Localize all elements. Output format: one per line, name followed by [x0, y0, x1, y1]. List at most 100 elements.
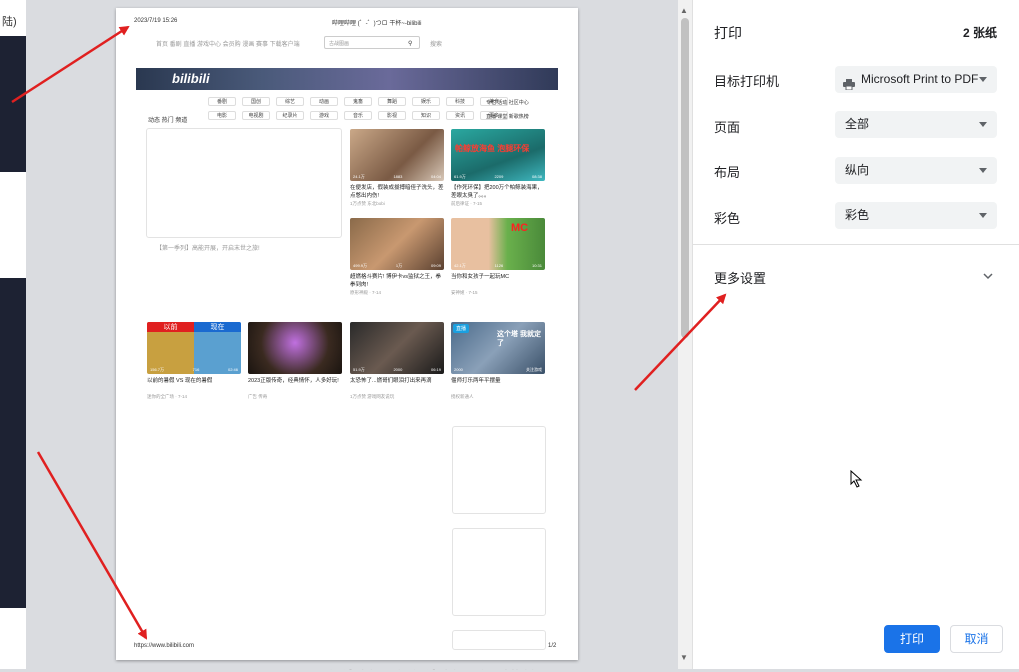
scrollbar-thumb[interactable] — [681, 18, 689, 338]
video-title: 太恐怖了...燃哥们眼泪打出来再滴 — [350, 378, 432, 384]
layout-select[interactable]: 纵向 — [835, 157, 997, 184]
chevron-down-icon — [979, 77, 987, 82]
settings-divider — [693, 244, 1019, 245]
category-pill: 番剧 — [208, 97, 236, 106]
video-title: 2023正版传奇，经典情怀，人多好玩! — [248, 378, 339, 384]
video-uploader: 1万点赞 游戏网友说玩 — [350, 394, 395, 399]
category-pill: 国创 — [242, 97, 270, 106]
video-card: 以前 现在 156.7万 716 02:46 以前的暑假 VS 现在的暑假 迷你的全… — [147, 322, 241, 400]
video-card: 2023正版传奇，经典情怀，人多好玩! 广告 传奇 — [248, 322, 342, 400]
video-title: 在便发店，假装成拔搏暗侄子洗头，差点憋出内伤! — [350, 185, 444, 199]
video-uploader: 授权新通人 — [451, 394, 474, 399]
search-icon: ⚲ — [408, 41, 413, 47]
color-select[interactable]: 彩色 — [835, 202, 997, 229]
destination-select[interactable]: Microsoft Print to PDF — [835, 66, 997, 93]
video-card: 51.9万 2000 06:19 太恐怖了...燃哥们眼泪打出来再滴 1万点赞 游戏… — [350, 322, 444, 400]
video-card: 帕鲸放海鱼 泡腿环保 61.9万 2209 08:38 【作死环保】把200万个帕鲸… — [451, 129, 545, 207]
color-value: 彩色 — [845, 208, 870, 222]
feature-caption: 【第一季列】高能开展，开启末世之旅! — [156, 246, 260, 252]
video-thumbnail: 499.9万 1万 09:09 — [350, 218, 444, 270]
background-page — [0, 0, 26, 669]
background-image-2 — [0, 278, 26, 608]
destination-value: Microsoft Print to PDF — [861, 72, 979, 86]
mouse-cursor-icon — [850, 470, 863, 488]
video-title: 超燃格斗赛片! 博伊卡vs监狱之王，拳拳到肉! — [350, 274, 442, 288]
pages-label: 页面 — [714, 120, 741, 135]
video-uploader: 安神姬 · 7-15 — [451, 290, 478, 295]
layout-value: 纵向 — [845, 163, 870, 177]
category-pill: 资讯 — [446, 111, 474, 120]
chevron-down-icon — [979, 168, 987, 173]
chevron-down-icon — [983, 273, 993, 280]
scroll-down-icon[interactable]: ▼ — [680, 653, 688, 662]
feature-placeholder — [146, 128, 342, 238]
page-header-title: 哔哩哔哩 (゜-゜)つロ 干杯~-bilibili — [332, 21, 422, 27]
empty-card-placeholder — [452, 528, 546, 616]
scroll-up-icon[interactable]: ▲ — [680, 6, 688, 15]
more-settings-toggle[interactable]: 更多设置 — [693, 256, 1019, 296]
category-pill: 动画 — [310, 97, 338, 106]
category-pill: 美食 — [480, 97, 508, 106]
page-nav-links: 首页 番剧 直播 游戏中心 会员购 漫画 赛事 下载客户端 — [156, 42, 300, 48]
page-header-date: 2023/7/19 15:26 — [134, 18, 178, 24]
category-pill: 综艺 — [276, 97, 304, 106]
print-settings-panel: 打印 2 张纸 目标打印机 Microsoft Print to PDF 页面 … — [692, 0, 1019, 669]
empty-card-placeholder — [452, 630, 546, 650]
page-footer-number: 1/2 — [548, 643, 557, 649]
category-pill: 游戏 — [310, 111, 338, 120]
video-thumbnail: 帕鲸放海鱼 泡腿环保 61.9万 2209 08:38 — [451, 129, 545, 181]
video-thumbnail: 直播 这个塔 我就定了 2000 关注游戏 — [451, 322, 545, 374]
video-uploader: 原形神殿 · 7-14 — [350, 290, 382, 295]
video-title: 以前的暑假 VS 现在的暑假 — [147, 378, 213, 384]
sheet-count: 2 张纸 — [962, 26, 997, 40]
chevron-down-icon — [979, 122, 987, 127]
category-pill: 鬼畜 — [344, 97, 372, 106]
video-uploader: 广告 传奇 — [248, 394, 268, 399]
category-pill: 影视 — [378, 111, 406, 120]
page-search-box: 古战图画 — [324, 36, 420, 49]
video-uploader: 前后律证 · 7-15 — [451, 201, 483, 206]
preview-page: 2023/7/19 15:26 哔哩哔哩 (゜-゜)つロ 干杯~-bilibil… — [116, 8, 578, 660]
background-image-1 — [0, 36, 26, 172]
panel-title: 打印 — [714, 25, 742, 41]
pages-select[interactable]: 全部 — [835, 111, 997, 138]
background-text: 陆) — [2, 16, 17, 28]
video-card: 直播 这个塔 我就定了 2000 关注游戏 偃师打乐两年平摆量 授权新通人 — [451, 322, 545, 400]
bilibili-logo: bilibili — [172, 71, 210, 86]
video-card: 24.1万 1883 04:04 在便发店，假装成拔搏暗侄子洗头，差点憋出内伤! 1… — [350, 129, 444, 207]
destination-label: 目标打印机 — [714, 74, 780, 89]
cancel-button[interactable]: 取消 — [950, 625, 1003, 653]
live-badge: 直播 — [453, 324, 470, 333]
empty-card-placeholder — [452, 426, 546, 514]
category-pill: 音乐 — [344, 111, 372, 120]
layout-label: 布局 — [714, 165, 741, 180]
more-settings-label: 更多设置 — [714, 271, 767, 286]
printer-icon — [843, 73, 855, 91]
video-title: 偃师打乐两年平摆量 — [451, 378, 501, 384]
video-uploader: 1万点赞 东北bobi — [350, 201, 385, 206]
video-thumbnail: 以前 现在 156.7万 716 02:46 — [147, 322, 241, 374]
video-thumbnail — [248, 322, 342, 374]
category-pill: 知识 — [412, 111, 440, 120]
video-thumbnail: 51.9万 2000 06:19 — [350, 322, 444, 374]
category-pill: 娱乐 — [412, 97, 440, 106]
category-pill: 电视剧 — [242, 111, 270, 120]
video-title: 【作死环保】把200万个帕鲸装海果，差眼太臭了。。。 — [451, 185, 543, 199]
category-pill: 纪录片 — [276, 111, 304, 120]
page-search-text: 古战图画 — [329, 41, 350, 47]
category-pill: 舞蹈 — [378, 97, 406, 106]
video-uploader: 迷你的全广场 · 7-14 — [147, 394, 188, 399]
category-pill: 电影 — [208, 111, 236, 120]
category-pill: 更多 — [480, 111, 508, 120]
category-pill: 科技 — [446, 97, 474, 106]
pages-value: 全部 — [845, 117, 870, 131]
video-title: 当你和女孩子一起玩MC — [451, 274, 510, 280]
video-card: 499.9万 1万 09:09 超燃格斗赛片! 博伊卡vs监狱之王，拳拳到肉! 原形… — [350, 218, 444, 296]
page-banner: bilibili — [136, 68, 558, 90]
page-left-tabs: 动态 热门 频道 — [148, 118, 188, 124]
video-card: MC 42.1万 1126 10:31 当你和女孩子一起玩MC 安神姬 · 7-15 — [451, 218, 545, 296]
chevron-down-icon — [979, 213, 987, 218]
color-label: 彩色 — [714, 211, 741, 226]
page-footer-url: https://www.bilibili.com — [134, 643, 195, 649]
print-button[interactable]: 打印 — [884, 625, 940, 653]
